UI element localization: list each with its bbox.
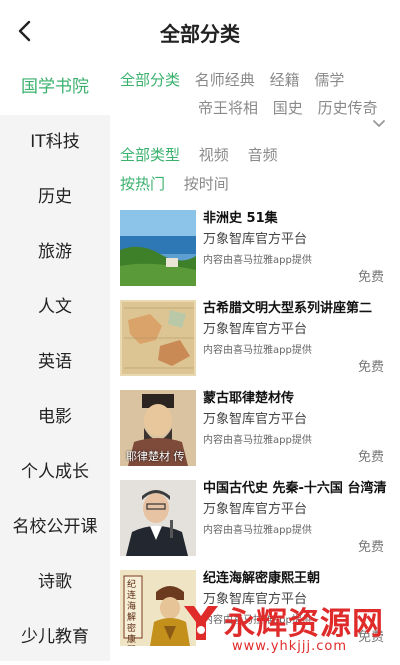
item-publisher: 万象智库官方平台 [203,322,308,337]
item-thumbnail [120,210,196,286]
content-panel: 全部分类 名师经典 经籍 儒学 帝王将相 国史 历史传奇 全部类型 视频 音频 … [110,60,400,661]
subcategory-legends[interactable]: 历史传奇 [318,94,378,122]
item-thumbnail [120,300,196,376]
item-price: 免费 [357,360,384,375]
header-bar: 全部分类 [0,0,400,64]
item-thumbnail: 纪连海解密康熙王朝 [120,570,196,646]
item-title: 非洲史 51集 [203,211,278,226]
chevron-down-icon[interactable] [372,118,386,130]
type-video[interactable]: 视频 [199,144,229,165]
item-price: 免费 [357,270,384,285]
list-item[interactable]: 中国古代史 先秦-十六国 台湾清 万象智库官方平台 内容由喜马拉雅app提供 免… [120,478,400,568]
content-list: 非洲史 51集 万象智库官方平台 内容由喜马拉雅app提供 免费 古希腊文明大型… [120,208,400,658]
thumb-caption: 耶律楚材 传 [126,450,185,463]
item-thumbnail: 耶律楚材 传 [120,390,196,466]
type-all[interactable]: 全部类型 [120,144,180,165]
sidebar-item-english[interactable]: 英语 [0,335,110,390]
type-audio[interactable]: 音频 [248,144,278,165]
item-thumbnail [120,480,196,556]
sort-popular[interactable]: 按热门 [120,173,165,194]
sidebar-item-kids-education[interactable]: 少儿教育 [0,610,110,665]
item-title: 纪连海解密康熙王朝 [203,571,321,586]
sidebar-item-poetry[interactable]: 诗歌 [0,555,110,610]
list-item[interactable]: 古希腊文明大型系列讲座第二 万象智库官方平台 内容由喜马拉雅app提供 免费 [120,298,400,388]
subcategory-emperors[interactable]: 帝王将相 [198,94,258,122]
item-source: 内容由喜马拉雅app提供 [203,525,312,536]
sidebar-item-it[interactable]: IT科技 [0,115,110,170]
subcategory-all[interactable]: 全部分类 [120,66,180,94]
item-publisher: 万象智库官方平台 [203,232,308,247]
item-title: 中国古代史 先秦-十六国 台湾清 [203,481,387,496]
sidebar-item-humanities[interactable]: 人文 [0,280,110,335]
item-source: 内容由喜马拉雅app提供 [203,255,312,266]
subcategory-masters[interactable]: 名师经典 [195,66,255,94]
item-publisher: 万象智库官方平台 [203,412,308,427]
item-source: 内容由喜马拉雅app提供 [203,615,312,626]
item-publisher: 万象智库官方平台 [203,502,308,517]
thumb-caption: 纪连海解密康熙王朝 [127,580,137,645]
sidebar-item-movies[interactable]: 电影 [0,390,110,445]
sidebar-item-guoxue[interactable]: 国学书院 [0,60,110,115]
item-price: 免费 [357,540,384,555]
list-item[interactable]: 耶律楚材 传 蒙古耶律楚材传 万象智库官方平台 内容由喜马拉雅app提供 免费 [120,388,400,478]
sidebar-item-open-courses[interactable]: 名校公开课 [0,500,110,555]
item-price: 免费 [357,630,384,645]
subcategory-classics[interactable]: 经籍 [270,66,300,94]
sort-time[interactable]: 按时间 [184,173,229,194]
subcategory-national-history[interactable]: 国史 [273,94,303,122]
item-source: 内容由喜马拉雅app提供 [203,435,312,446]
item-publisher: 万象智库官方平台 [203,592,308,607]
list-item[interactable]: 纪连海解密康熙王朝 纪连海解密康熙王朝 万象智库官方平台 内容由喜马拉雅app提… [120,568,400,658]
item-price: 免费 [357,450,384,465]
item-title: 古希腊文明大型系列讲座第二 [203,301,373,316]
subcategory-confucianism[interactable]: 儒学 [314,66,344,94]
sort-filter: 按热门 按时间 [120,173,243,194]
item-title: 蒙古耶律楚材传 [203,391,295,406]
list-item[interactable]: 非洲史 51集 万象智库官方平台 内容由喜马拉雅app提供 免费 [120,208,400,298]
page-title: 全部分类 [160,22,240,46]
sidebar-item-personal-growth[interactable]: 个人成长 [0,445,110,500]
subcategory-grid: 全部分类 名师经典 经籍 儒学 帝王将相 国史 历史传奇 [120,66,392,122]
type-filter: 全部类型 视频 音频 [120,144,292,165]
item-source: 内容由喜马拉雅app提供 [203,345,312,356]
sidebar-item-travel[interactable]: 旅游 [0,225,110,280]
sidebar-item-history[interactable]: 历史 [0,170,110,225]
category-sidebar: 国学书院 IT科技 历史 旅游 人文 英语 电影 个人成长 名校公开课 诗歌 少… [0,60,110,661]
